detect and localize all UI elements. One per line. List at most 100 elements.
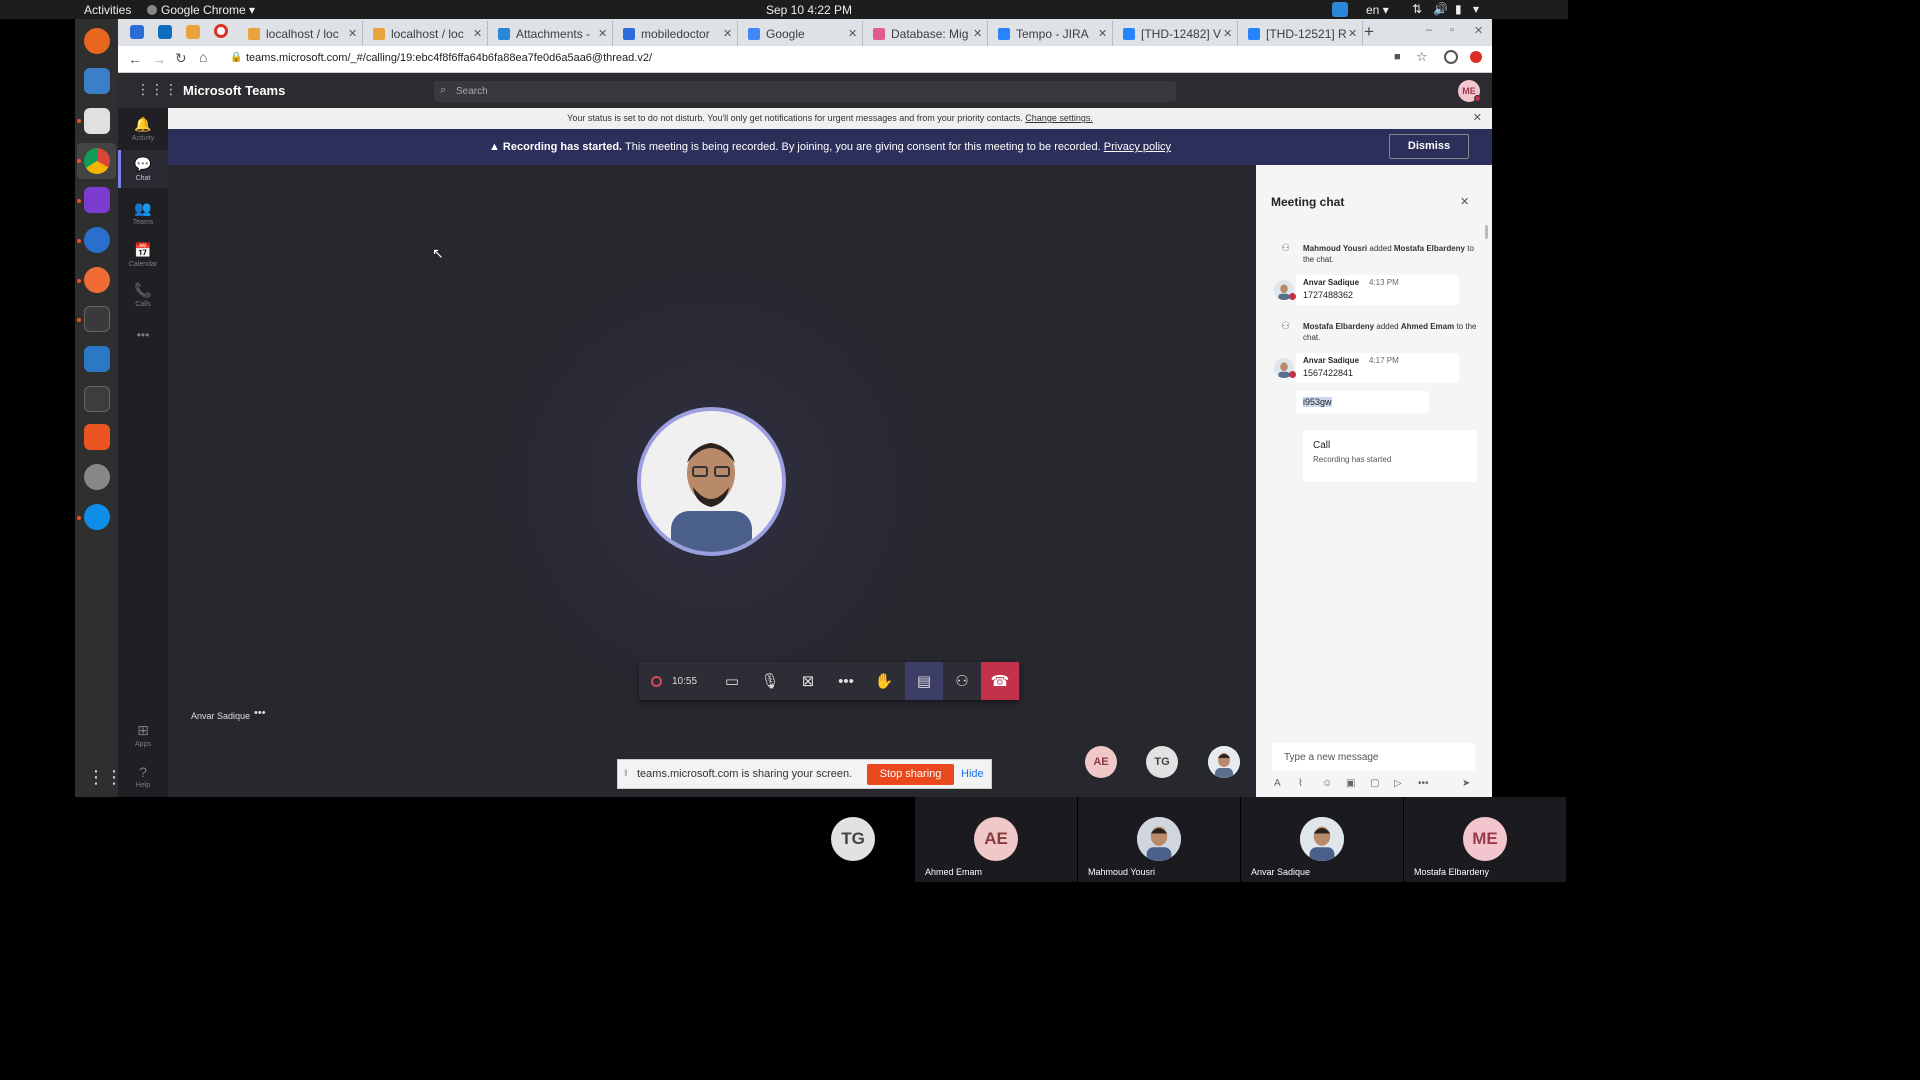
stop-sharing-button[interactable]: Stop sharing <box>867 764 954 785</box>
participant-tile[interactable]: Anvar Sadique <box>1241 797 1403 882</box>
close-icon[interactable]: ✕ <box>1460 195 1469 208</box>
search-box[interactable]: ⌕ Search <box>434 81 1176 102</box>
rail-item-teams[interactable]: 👥 Teams <box>118 200 168 226</box>
teamviewer-tray-icon[interactable] <box>1332 2 1348 17</box>
participant-tile[interactable]: ME Mostafa Elbardeny <box>1404 797 1566 882</box>
minimize-button[interactable]: – <box>1426 24 1432 36</box>
chat-message[interactable]: i953gw <box>1296 391 1429 413</box>
rail-item-help[interactable]: ? Help <box>118 764 168 789</box>
profile-icon[interactable] <box>1444 50 1458 64</box>
teamviewer-icon[interactable] <box>84 504 110 530</box>
raise-hand-button[interactable]: ✋ <box>865 662 903 700</box>
emoji-icon[interactable]: ☺ <box>1322 778 1332 789</box>
browser-tab[interactable]: localhost / loc ✕ <box>365 21 488 46</box>
browser-tab[interactable]: Attachments - ✕ <box>490 21 613 46</box>
extension-icon[interactable] <box>1470 51 1482 63</box>
browser-tab[interactable]: Database: Mig ✕ <box>865 21 988 46</box>
bookmark-star-icon[interactable]: ☆ <box>1416 49 1428 65</box>
participant-tile[interactable]: AE Ahmed Emam <box>915 797 1077 882</box>
browser-tab[interactable]: Google ✕ <box>740 21 863 46</box>
change-settings-link[interactable]: Change settings. <box>1025 113 1093 123</box>
participant-tile[interactable]: TG <box>793 797 913 882</box>
participant-tile[interactable]: Mahmoud Yousri <box>1078 797 1240 882</box>
sticker-icon[interactable]: ▢ <box>1370 778 1379 789</box>
app-launcher-icon[interactable]: ⋮⋮⋮ <box>136 81 178 98</box>
address-bar[interactable]: teams.microsoft.com/_#/calling/19:ebc4f8… <box>246 52 652 64</box>
phpstorm-icon[interactable] <box>84 187 110 213</box>
participant-avatar-photo[interactable] <box>1208 746 1240 778</box>
terminal-icon[interactable] <box>84 306 110 332</box>
pinned-tab-recording[interactable] <box>214 24 228 38</box>
system-monitor-icon[interactable] <box>84 386 110 412</box>
close-icon[interactable]: ✕ <box>1473 108 1482 129</box>
battery-icon[interactable]: ▮ <box>1455 2 1462 16</box>
rail-item-calls[interactable]: 📞 Calls <box>118 282 168 308</box>
hide-button[interactable]: Hide <box>961 768 984 780</box>
network-icon[interactable]: ⇅ <box>1412 2 1422 16</box>
format-icon[interactable]: A <box>1274 778 1281 789</box>
message-input[interactable]: Type a new message <box>1284 752 1379 763</box>
pinned-tab-outlook[interactable] <box>158 25 172 39</box>
mic-button[interactable]: 🎙 <box>751 662 789 700</box>
drag-handle-icon[interactable]: ‖ <box>624 768 628 778</box>
search-input[interactable]: Search <box>456 86 488 97</box>
dismiss-button[interactable]: Dismiss <box>1389 134 1469 159</box>
thunderbird-icon[interactable] <box>84 68 110 94</box>
rail-item-more[interactable]: ••• <box>118 328 168 342</box>
rail-item-calendar[interactable]: 📅 Calendar <box>118 242 168 268</box>
compose-box[interactable]: Type a new message <box>1272 743 1475 771</box>
system-menu-chevron-icon[interactable]: ▾ <box>1473 2 1479 16</box>
camera-in-use-icon[interactable]: ■ <box>1394 51 1401 63</box>
call-card[interactable]: Call Recording has started <box>1303 430 1477 482</box>
back-icon[interactable]: ← <box>128 51 142 67</box>
chrome-dock-icon[interactable] <box>84 148 110 174</box>
volume-icon[interactable]: 🔊 <box>1433 2 1448 16</box>
rail-item-chat[interactable]: 💬 Chat <box>118 156 168 182</box>
rail-item-activity[interactable]: 🔔 Activity <box>118 116 168 142</box>
maximize-button[interactable]: ▫ <box>1450 24 1454 36</box>
clock[interactable]: Sep 10 4:22 PM <box>766 3 852 17</box>
send-icon[interactable]: ➤ <box>1462 778 1470 789</box>
attach-icon[interactable]: ⌇ <box>1298 778 1303 789</box>
close-tab-icon[interactable]: ✕ <box>598 27 612 40</box>
activities-button[interactable]: Activities <box>84 3 131 17</box>
chat-message[interactable]: Anvar Sadique 4:17 PM 1567422841 <box>1296 353 1459 383</box>
new-tab-button[interactable]: + <box>1364 22 1374 42</box>
files-icon[interactable] <box>84 108 110 134</box>
skype-icon[interactable] <box>84 227 110 253</box>
app-menu[interactable]: Google Chrome ▾ <box>147 3 255 17</box>
language-indicator[interactable]: en ▾ <box>1366 3 1389 17</box>
scrollbar[interactable] <box>1485 225 1488 239</box>
reload-icon[interactable]: ↻ <box>175 50 187 67</box>
home-icon[interactable]: ⌂ <box>199 49 207 65</box>
settings-icon[interactable] <box>84 464 110 490</box>
close-tab-icon[interactable]: ✕ <box>473 27 487 40</box>
writer-icon[interactable] <box>84 346 110 372</box>
more-options-icon[interactable]: ••• <box>1418 778 1429 789</box>
chat-message[interactable]: Anvar Sadique 4:13 PM 1727488362 <box>1296 275 1459 305</box>
close-tab-icon[interactable]: ✕ <box>348 27 362 40</box>
software-center-icon[interactable] <box>84 424 110 450</box>
close-tab-icon[interactable]: ✕ <box>1223 27 1237 40</box>
more-actions-button[interactable]: ••• <box>827 662 865 700</box>
firefox-icon[interactable] <box>84 28 110 54</box>
browser-tab[interactable]: mobiledoctor ✕ <box>615 21 738 46</box>
gif-icon[interactable]: ▣ <box>1346 778 1355 789</box>
camera-off-button[interactable]: ▭ <box>713 662 751 700</box>
browser-tab[interactable]: [THD-12521] R ✕ <box>1240 21 1363 46</box>
close-tab-icon[interactable]: ✕ <box>1348 27 1362 40</box>
close-window-button[interactable]: ✕ <box>1474 24 1483 37</box>
pinned-tab-1[interactable] <box>130 25 144 39</box>
browser-tab[interactable]: [THD-12482] V ✕ <box>1115 21 1238 46</box>
browser-tab[interactable]: Tempo - JIRA ✕ <box>990 21 1113 46</box>
chat-toggle-button[interactable]: ▤ <box>905 662 943 700</box>
close-tab-icon[interactable]: ✕ <box>973 27 987 40</box>
postman-icon[interactable] <box>84 267 110 293</box>
close-tab-icon[interactable]: ✕ <box>1098 27 1112 40</box>
share-button[interactable]: ⊠ <box>789 662 827 700</box>
rail-item-apps[interactable]: ⊞ Apps <box>118 722 168 748</box>
close-tab-icon[interactable]: ✕ <box>723 27 737 40</box>
meet-now-icon[interactable]: ▷ <box>1394 778 1402 789</box>
forward-icon[interactable]: → <box>152 51 166 67</box>
pinned-tab-3[interactable] <box>186 25 200 39</box>
